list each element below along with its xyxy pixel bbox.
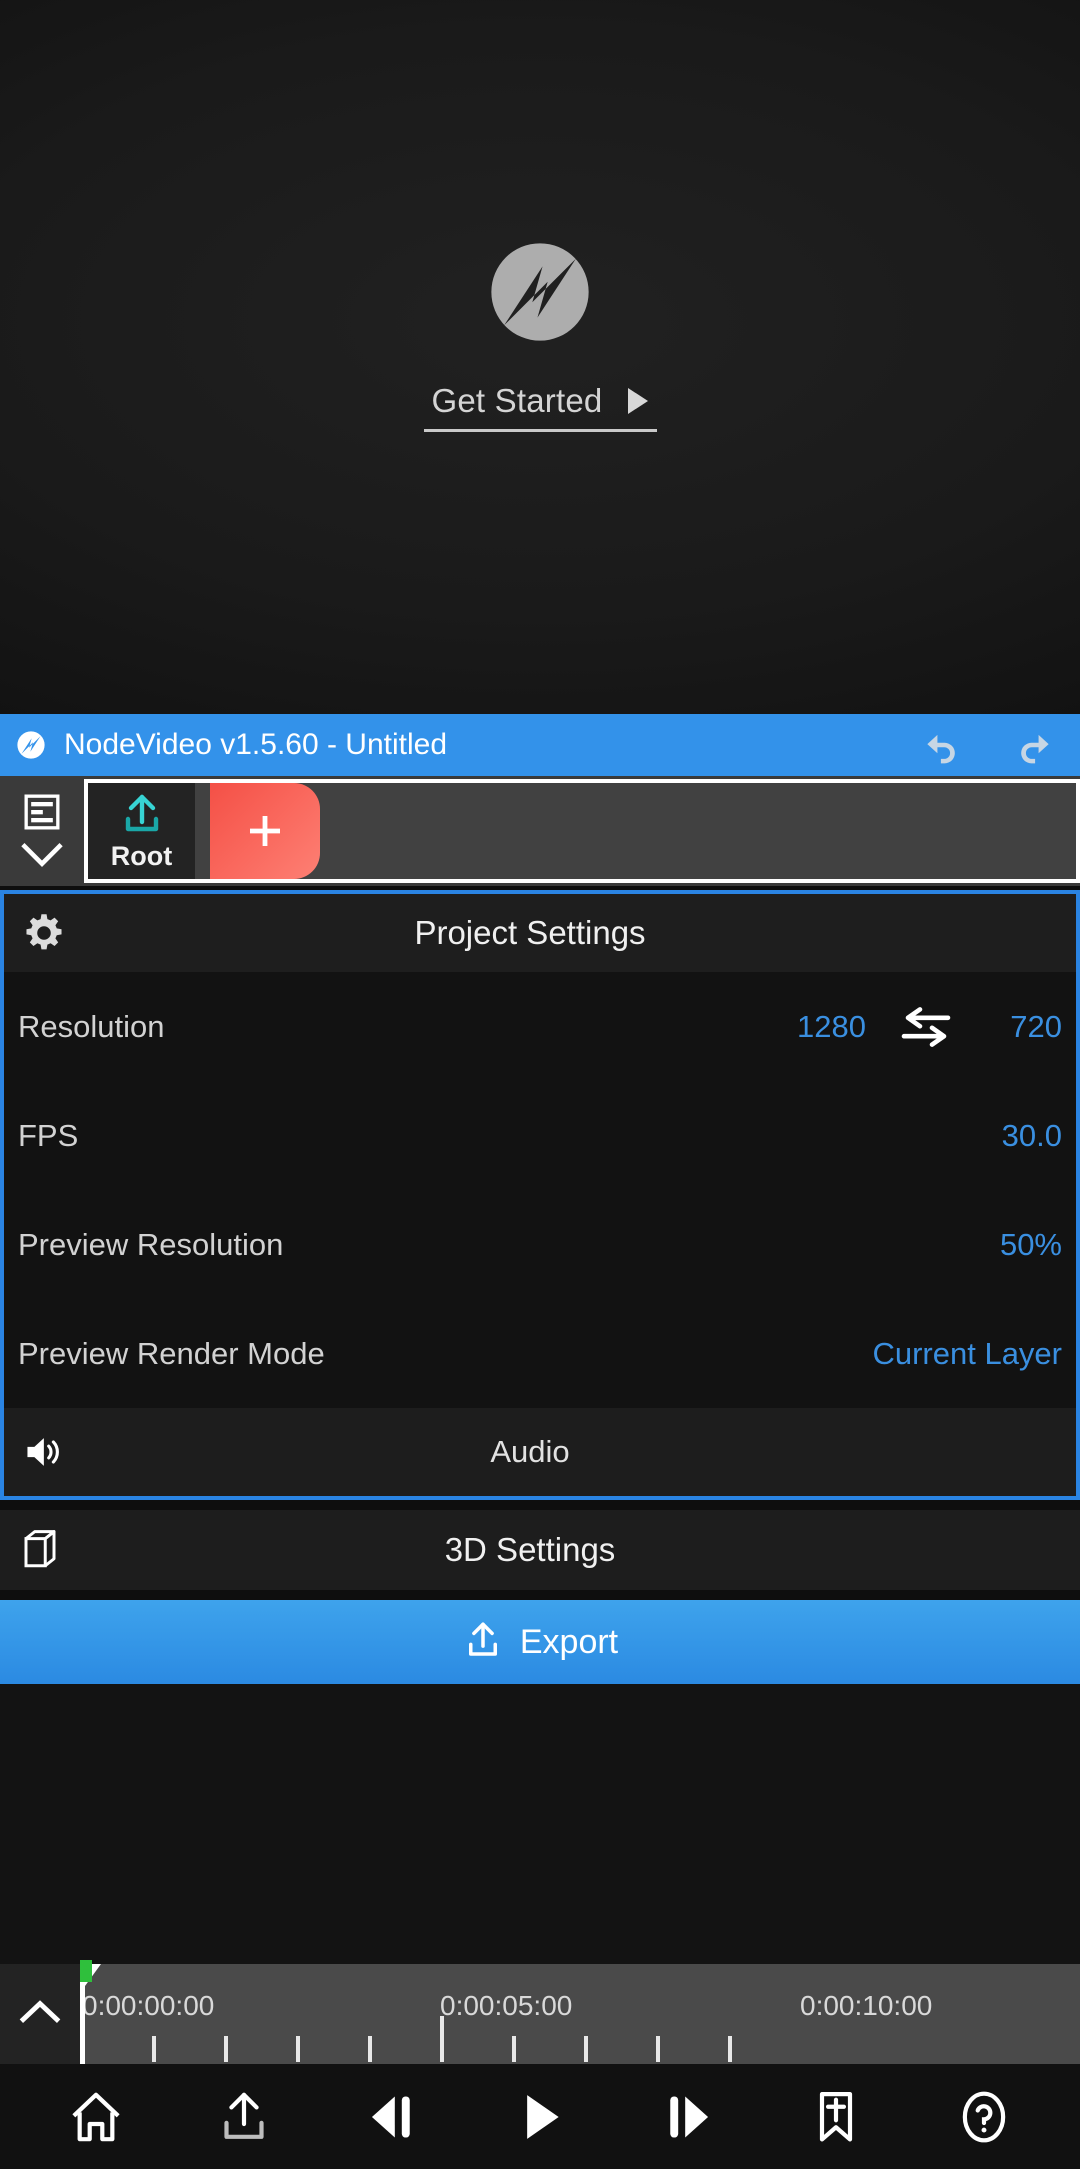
resolution-height-value[interactable]: 720 [986,1009,1062,1045]
timeline-ruler[interactable]: 0:00:00:00 0:00:05:00 0:00:10:00 [80,1964,1080,2064]
audio-settings-row[interactable]: Audio [4,1408,1076,1496]
project-settings-header[interactable]: Project Settings [4,894,1076,972]
bottom-toolbar [0,2064,1080,2169]
timeline-ruler-bar: 0:00:00:00 0:00:05:00 0:00:10:00 [0,1960,1080,2064]
preview-resolution-value[interactable]: 50% [1000,1227,1062,1263]
layer-bar: Root [0,776,1080,886]
preview-render-mode-value[interactable]: Current Layer [872,1336,1062,1372]
setting-label: Preview Resolution [18,1226,284,1262]
timeline-tick [440,2016,444,2062]
chevron-down-icon[interactable] [19,837,65,873]
title-bar: NodeVideo v1.5.60 - Untitled [0,714,1080,776]
timeline-tracks-area[interactable] [0,1684,1080,1964]
fps-value[interactable]: 30.0 [1002,1118,1062,1154]
layer-gap [195,783,210,879]
setting-row-resolution[interactable]: Resolution 1280 720 [4,972,1076,1081]
nodevideo-logo-icon [14,728,48,762]
timeline-tick-label: 0:00:00:00 [82,1990,215,2021]
play-icon[interactable] [494,2071,586,2163]
prev-frame-icon[interactable] [346,2071,438,2163]
layer-bar-controls [0,776,84,886]
home-icon[interactable] [50,2071,142,2163]
get-started-label: Get Started [431,381,603,419]
timeline-tick-label: 0:00:10:00 [800,1990,933,2021]
preview-canvas[interactable]: Get Started [0,0,1080,714]
timeline-tick [512,2036,516,2062]
layer-item-label: Root [110,841,173,871]
next-frame-icon[interactable] [642,2071,734,2163]
speaker-icon [20,1429,66,1475]
layer-item-root[interactable]: Root [88,783,195,879]
splash-group: Get Started [423,228,657,432]
3d-settings-row[interactable]: 3D Settings [0,1510,1080,1590]
resolution-width-value[interactable]: 1280 [706,1009,866,1045]
timeline-tick [368,2036,372,2062]
layers-list-icon[interactable] [19,789,65,835]
gear-icon [20,909,68,957]
nodevideo-app: Get Started NodeVideo v1.5.60 - Untitled [0,0,1080,2169]
resolution-controls: 1280 720 [706,1006,1062,1047]
export-upload-icon [462,1618,504,1667]
play-triangle-icon [628,387,649,414]
swap-horizontal-icon[interactable] [866,1006,986,1047]
timeline-collapse-button[interactable] [0,1964,80,2064]
app-title: NodeVideo v1.5.60 - Untitled [64,728,448,761]
project-settings-title: Project Settings [414,914,646,951]
3d-settings-label: 3D Settings [444,1531,616,1568]
cube-3d-icon [16,1526,64,1574]
timeline-tick [656,2036,660,2062]
help-icon[interactable] [938,2071,1030,2163]
setting-row-fps[interactable]: FPS 30.0 [4,1081,1076,1190]
bookmark-icon[interactable] [790,2071,882,2163]
nodevideo-logo-icon [476,228,604,356]
add-layer-button[interactable] [210,783,320,879]
timeline-tick [224,2036,228,2062]
setting-label: FPS [18,1117,79,1153]
setting-label: Resolution [18,1008,165,1044]
get-started-button[interactable]: Get Started [423,381,657,432]
setting-label: Preview Render Mode [18,1335,325,1371]
setting-row-preview-resolution[interactable]: Preview Resolution 50% [4,1190,1076,1299]
timeline-tick [296,2036,300,2062]
timeline-tick-label: 0:00:05:00 [440,1990,573,2021]
export-button[interactable]: Export [0,1600,1080,1684]
undo-arrow-icon[interactable] [896,714,988,776]
export-upload-icon[interactable] [198,2071,290,2163]
timeline-tick [152,2036,156,2062]
audio-label: Audio [490,1434,570,1469]
project-settings-panel: Project Settings Resolution 1280 720 FPS… [0,890,1080,1500]
playhead-marker [80,1960,92,1982]
chevron-up-icon [17,1997,63,2032]
setting-row-preview-render-mode[interactable]: Preview Render Mode Current Layer [4,1299,1076,1408]
timeline-tick [584,2036,588,2062]
export-label: Export [519,1622,619,1661]
timeline-tick [728,2036,732,2062]
redo-arrow-icon[interactable] [988,714,1080,776]
layer-track[interactable]: Root [84,779,1080,883]
